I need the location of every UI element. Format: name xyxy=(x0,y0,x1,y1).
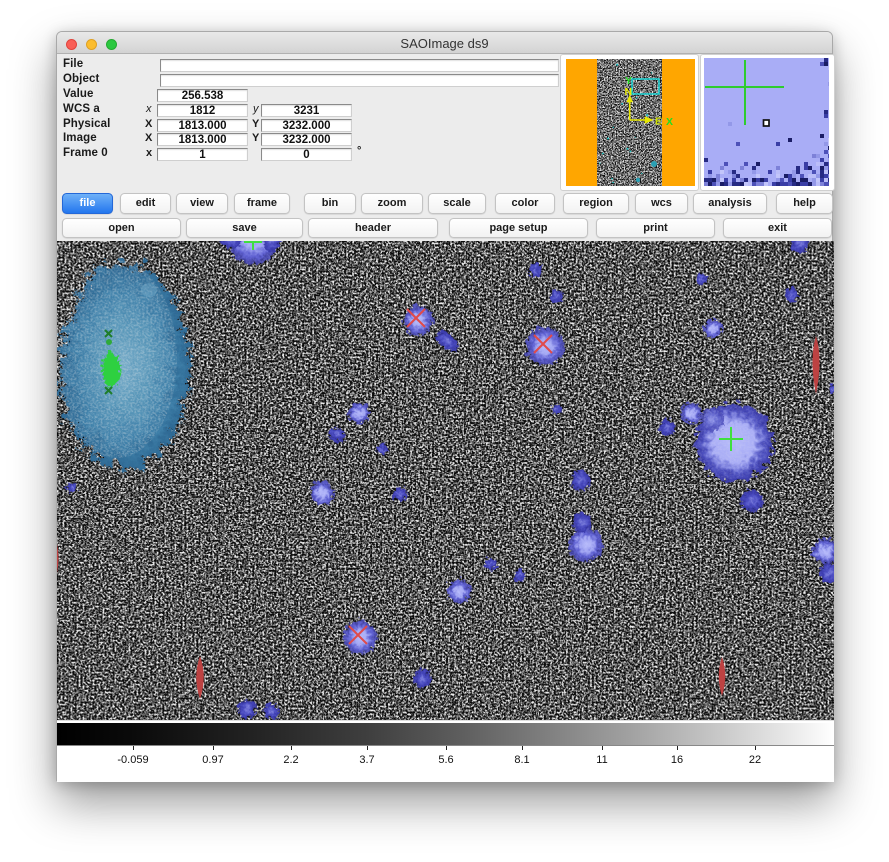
svg-text:X: X xyxy=(666,116,673,128)
svg-text:E: E xyxy=(655,116,662,128)
svg-text:N: N xyxy=(625,86,633,98)
